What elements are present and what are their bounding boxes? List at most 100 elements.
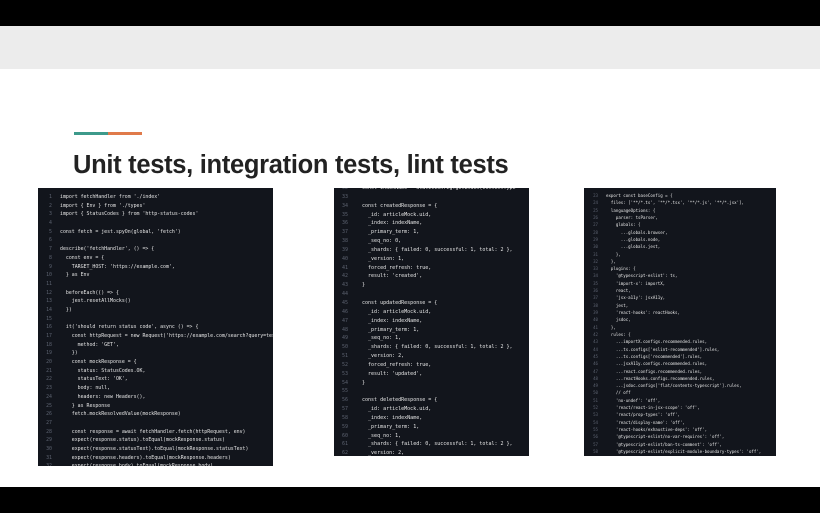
code-text: ...globals.jest, — [606, 244, 661, 250]
code-line: 23 export const baseConfig = { — [584, 192, 776, 199]
line-number: 18 — [46, 341, 52, 348]
code-text: 'react/prop-types': 'off', — [606, 412, 680, 418]
line-number: 54 — [593, 419, 598, 425]
line-number: 11 — [46, 280, 52, 287]
code-line: 2 import { Env } from './types' — [38, 202, 273, 211]
code-line: 40 jsdoc, — [584, 316, 776, 323]
code-line: 45 ...ts.configs['recommended'].rules, — [584, 353, 776, 360]
code-line: 16 it('should return status code', async… — [38, 323, 273, 332]
code-text: const response = await fetchHandler.fetc… — [60, 428, 246, 435]
code-text: fetch.mockResolvedValue(mockResponse) — [60, 411, 181, 418]
code-line: 18 method: 'GET', — [38, 341, 273, 350]
code-line: 47 _index: indexName, — [334, 317, 529, 326]
accent-bar-orange — [108, 132, 142, 135]
code-text: forced_refresh: true, — [356, 361, 432, 368]
code-text: '@typescript-eslint/no-var-requires': 'o… — [606, 434, 725, 440]
code-line: 58 '@typescript-eslint/explicit-module-b… — [584, 448, 776, 455]
line-number: 20 — [46, 359, 52, 366]
code-text: _index: indexName, — [356, 220, 423, 227]
code-line: 32 const indexName = StaticConfig.getInd… — [334, 188, 529, 193]
line-number: 39 — [341, 246, 348, 253]
line-number: 47 — [593, 368, 598, 374]
code-text: }) — [60, 306, 72, 313]
code-line: 17 const httpRequest = new Request('http… — [38, 332, 273, 341]
code-text: export const baseConfig = { — [606, 193, 673, 198]
line-number: 45 — [593, 353, 598, 359]
code-text: globals: { — [606, 222, 641, 228]
code-text: beforeEach(() => { — [60, 289, 119, 296]
code-line: 3 import { StatusCodes } from 'http-statu… — [38, 210, 273, 219]
code-text: '@typescript-eslint': ts, — [606, 273, 678, 279]
code-text: _index: indexName, — [356, 317, 423, 324]
code-text: ...jsdoc.configs['flat/contents-typescri… — [606, 383, 742, 389]
code-line: 52 'react/react-in-jsx-scope': 'off', — [584, 404, 776, 411]
code-text: _id: articleMock.uid, — [356, 406, 432, 413]
code-text: _primary_term: 1, — [356, 423, 420, 430]
code-line: 46 ...jsxA11y.configs.recommended.rules, — [584, 360, 776, 367]
code-text: ...globals.browser, — [606, 229, 668, 235]
line-number: 31 — [593, 251, 598, 257]
code-line: 29 expect(response.status).toEqual(mockR… — [38, 436, 273, 445]
code-line: 33 plugins: { — [584, 265, 776, 272]
line-number: 29 — [46, 437, 52, 444]
code-text: _seq_no: 0, — [356, 238, 402, 245]
line-number: 3 — [49, 211, 52, 218]
line-number: 61 — [341, 441, 348, 448]
code-text: 'react/display-name': 'off', — [606, 419, 685, 425]
code-text: } as Env — [60, 272, 90, 279]
line-number: 26 — [46, 411, 52, 418]
code-line: 44 — [334, 290, 529, 299]
line-number: 58 — [341, 414, 348, 421]
code-line: 42 result: 'created', — [334, 272, 529, 281]
line-number: 60 — [341, 432, 348, 439]
code-line: 43 } — [334, 281, 529, 290]
line-number: 14 — [46, 306, 52, 313]
presentation-toolbar — [0, 26, 820, 69]
code-line: 25 } as Response — [38, 402, 273, 411]
code-text: rules: { — [606, 331, 631, 337]
code-line: 47 ...react.configs.recommended.rules, — [584, 368, 776, 375]
code-text: result: 'updated', — [356, 370, 423, 377]
code-line: 12 beforeEach(() => { — [38, 289, 273, 298]
code-text: _index: indexName, — [356, 414, 423, 421]
code-text: ...reactHooks.configs.recommended.rules, — [606, 375, 715, 381]
code-line: 22 statusText: 'OK', — [38, 375, 273, 384]
letterbox-top — [0, 0, 820, 26]
code-line: 57 _id: articleMock.uid, — [334, 405, 529, 414]
line-number: 62 — [341, 450, 348, 456]
code-line: 61 _shards: { failed: 0, successful: 1, … — [334, 440, 529, 449]
code-line: 50 _shards: { failed: 0, successful: 1, … — [334, 343, 529, 352]
line-number: 44 — [593, 346, 598, 352]
code-line: 28 const response = await fetchHandler.f… — [38, 428, 273, 437]
code-line: 31 expect(response.headers).toEqual(mock… — [38, 454, 273, 463]
code-line: 19 }) — [38, 349, 273, 358]
code-text: 'no-undef': 'off', — [606, 397, 661, 403]
line-number: 46 — [341, 308, 348, 315]
code-text: plugins: { — [606, 266, 636, 272]
line-number: 45 — [341, 299, 348, 306]
code-line: 35 _id: articleMock.uid, — [334, 211, 529, 220]
code-line: 55 — [334, 387, 529, 396]
code-text: TARGET_HOST: 'https://example.com', — [60, 263, 175, 270]
line-number: 30 — [46, 445, 52, 452]
code-line: 39 _shards: { failed: 0, successful: 1, … — [334, 246, 529, 255]
code-text: }, — [606, 258, 616, 264]
line-number: 49 — [593, 383, 598, 389]
code-line: 49 _seq_no: 1, — [334, 334, 529, 343]
code-line: 54 } — [334, 379, 529, 388]
code-line: 45 const updatedResponse = { — [334, 299, 529, 308]
code-text: body: null, — [60, 385, 111, 392]
code-text: }, — [606, 251, 621, 257]
line-number: 44 — [341, 291, 348, 298]
code-line: 7 describe('fetchHandler', () => { — [38, 245, 273, 254]
code-line: 49 ...jsdoc.configs['flat/contents-types… — [584, 382, 776, 389]
code-text: ...react.configs.recommended.rules, — [606, 368, 703, 374]
code-line: 36 react, — [584, 287, 776, 294]
line-number: 2 — [49, 202, 52, 209]
code-text: 'import-x/no-unresolved': 'off', — [606, 455, 695, 456]
line-number: 37 — [593, 295, 598, 301]
code-line: 56 const deletedResponse = { — [334, 396, 529, 405]
line-number: 54 — [341, 379, 348, 386]
code-text: const httpRequest = new Request('https:/… — [60, 333, 273, 339]
code-line: 58 _index: indexName, — [334, 414, 529, 423]
